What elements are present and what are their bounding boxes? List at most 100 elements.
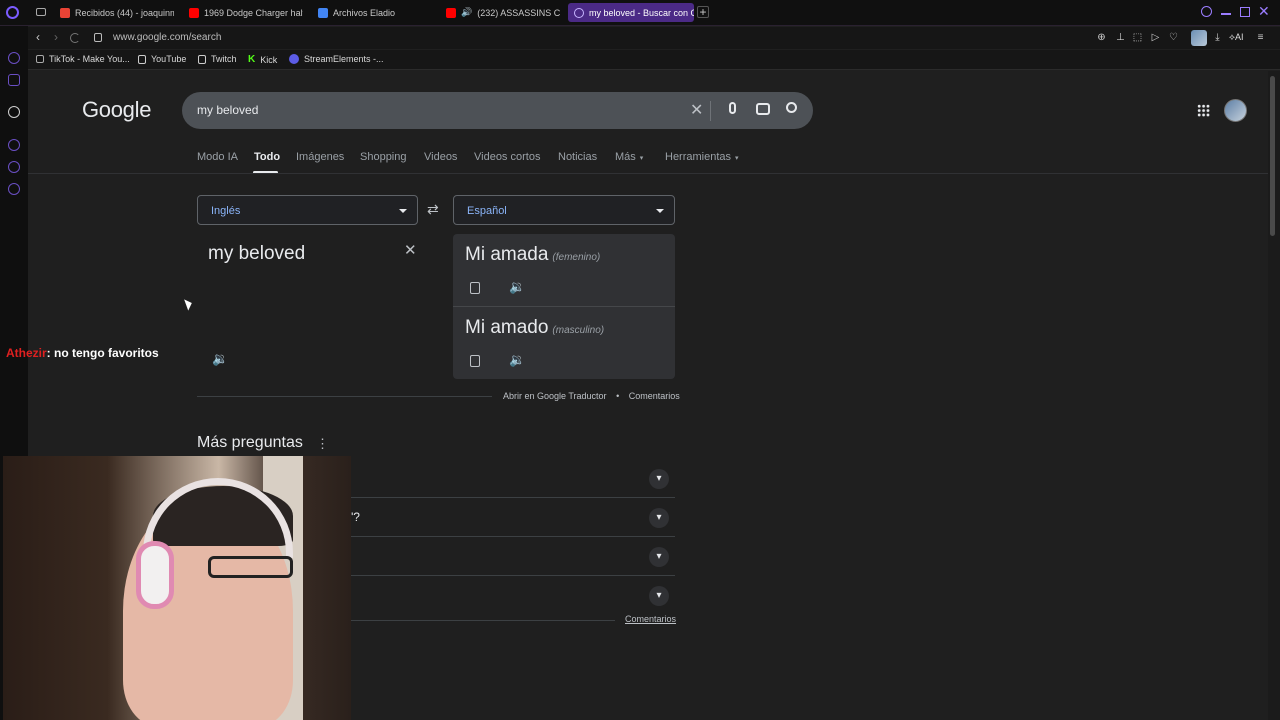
tab-youtube-assassins[interactable]: 🔊 (232) ASSASSINS CRE <box>440 3 560 22</box>
close-window-icon[interactable]: ✕ <box>1258 3 1270 20</box>
tab-archivos[interactable]: Archivos Eladio <box>312 3 432 22</box>
send-icon[interactable]: ▷ <box>1150 32 1161 43</box>
bookmark-kick[interactable]: K Kick <box>248 54 277 65</box>
tab-videos[interactable]: Videos <box>424 151 457 163</box>
search-icon[interactable] <box>786 102 797 113</box>
sidebar-messenger-icon[interactable] <box>8 52 20 64</box>
youtube-icon <box>189 7 199 18</box>
dropdown-caret-icon <box>656 209 664 213</box>
header-divider <box>28 173 1268 174</box>
scrollbar-thumb[interactable] <box>1270 76 1275 236</box>
back-icon[interactable]: ‹ <box>36 30 40 44</box>
lock-icon[interactable] <box>94 33 102 42</box>
chevron-down-icon[interactable]: ▾ <box>649 547 669 567</box>
chevron-down-icon[interactable]: ▾ <box>649 508 669 528</box>
sidebar-history-icon[interactable] <box>8 161 20 173</box>
menu-icon[interactable]: ≡ <box>1255 32 1266 43</box>
url-field[interactable]: www.google.com/search <box>113 32 221 43</box>
copy-icon[interactable] <box>470 282 480 294</box>
bookmark-twitch[interactable]: Twitch <box>198 54 237 64</box>
tab-videos-cortos[interactable]: Videos cortos <box>474 151 540 163</box>
chevron-down-icon[interactable]: ▾ <box>649 469 669 489</box>
reload-spinner-icon[interactable] <box>70 33 80 43</box>
sidebar-ai-icon[interactable] <box>8 106 20 118</box>
clear-source-icon[interactable]: ✕ <box>404 241 417 259</box>
tab-herramientas[interactable]: Herramientas ▾ <box>665 151 739 163</box>
copy-icon[interactable] <box>470 355 480 367</box>
clear-search-icon[interactable]: ✕ <box>690 100 703 120</box>
questions-footer-divider <box>350 620 615 621</box>
source-language-label: Inglés <box>211 205 241 217</box>
swap-languages-icon[interactable]: ⇄ <box>427 201 439 218</box>
listen-icon[interactable]: 🔉 <box>509 352 525 368</box>
translation-result-2: Mi amado (masculino) <box>465 317 604 339</box>
listen-icon[interactable]: 🔉 <box>509 279 525 295</box>
translation-results: Mi amada (femenino) 🔉 Mi amado (masculino)… <box>453 234 675 379</box>
minimize-icon[interactable] <box>1221 13 1231 15</box>
google-logo[interactable]: Google <box>82 97 151 123</box>
bookmark-label: TikTok - Make You... <box>49 54 130 64</box>
tab-noticias[interactable]: Noticias <box>558 151 597 163</box>
tab-mas-label: Más <box>615 151 636 163</box>
listen-source-icon[interactable]: 🔉 <box>212 351 228 367</box>
chevron-down-icon[interactable]: ▾ <box>649 586 669 606</box>
search-tabs-icon[interactable] <box>1201 6 1212 17</box>
headset-earcup <box>136 541 174 609</box>
sidebar-bag-icon[interactable] <box>8 74 20 86</box>
sidebar-play-icon[interactable] <box>8 139 20 151</box>
pin-icon[interactable]: ⊥ <box>1115 32 1126 43</box>
workspaces-icon[interactable] <box>36 8 46 16</box>
tab-title: Recibidos (44) - joaquinm <box>75 7 174 18</box>
results-divider <box>453 306 675 307</box>
bookmark-label: YouTube <box>151 54 187 64</box>
maximize-icon[interactable] <box>1240 7 1250 17</box>
tiktok-icon <box>36 55 44 63</box>
ai-button[interactable]: ⟡AI <box>1229 32 1243 43</box>
heart-icon[interactable]: ♡ <box>1168 32 1179 43</box>
open-translator-link[interactable]: Abrir en Google Traductor <box>503 391 607 401</box>
sidebar-settings-icon[interactable] <box>8 183 20 195</box>
dropdown-caret-icon <box>399 209 407 213</box>
tab-bar: Recibidos (44) - joaquinm 1969 Dodge Cha… <box>0 0 1280 26</box>
zoom-icon[interactable]: ⊕ <box>1096 32 1107 43</box>
tab-title: Archivos Eladio <box>333 7 396 18</box>
snapshot-icon[interactable]: ⬚ <box>1132 32 1143 43</box>
translation-text: Mi amada <box>465 244 549 265</box>
speaker-icon[interactable]: 🔊 <box>461 7 472 18</box>
bookmark-streamelements[interactable]: StreamElements -... <box>289 54 384 64</box>
translation-result-1: Mi amada (femenino) <box>465 244 600 266</box>
source-text-input[interactable]: my beloved <box>208 243 305 265</box>
voice-search-icon[interactable] <box>729 102 736 114</box>
tab-imagenes[interactable]: Imágenes <box>296 151 344 163</box>
lens-search-icon[interactable] <box>756 103 770 115</box>
download-icon[interactable]: ⤓ <box>1212 32 1223 43</box>
search-box[interactable]: my beloved ✕ <box>182 92 813 129</box>
tab-mas[interactable]: Más ▾ <box>615 151 643 163</box>
chat-message: Athezir: no tengo favoritos <box>6 346 159 360</box>
opera-logo-icon[interactable] <box>6 6 19 19</box>
feedback-link[interactable]: Comentarios <box>629 391 680 401</box>
tab-shopping[interactable]: Shopping <box>360 151 407 163</box>
tab-title: my beloved - Buscar con G <box>589 7 694 18</box>
tab-gmail[interactable]: Recibidos (44) - joaquinm <box>54 3 174 22</box>
account-avatar[interactable] <box>1224 99 1247 122</box>
profile-avatar[interactable] <box>1191 30 1207 46</box>
tab-google-search[interactable]: my beloved - Buscar con G <box>568 3 694 22</box>
apps-grid-icon[interactable] <box>1197 104 1210 117</box>
bookmark-tiktok[interactable]: TikTok - Make You... <box>36 54 130 64</box>
more-options-icon[interactable]: ⋮ <box>316 436 329 452</box>
tab-title: 1969 Dodge Charger halfs <box>204 7 303 18</box>
search-input[interactable]: my beloved <box>197 103 258 117</box>
forward-icon[interactable]: › <box>54 30 58 44</box>
tab-todo[interactable]: Todo <box>254 151 280 163</box>
tab-youtube-dodge[interactable]: 1969 Dodge Charger halfs <box>183 3 303 22</box>
bookmark-youtube[interactable]: YouTube <box>138 54 186 64</box>
footer-separator: • <box>616 391 620 401</box>
docs-icon <box>318 7 328 18</box>
new-tab-icon[interactable]: + <box>697 6 709 18</box>
search-divider <box>710 101 711 121</box>
source-language-select[interactable]: Inglés <box>197 195 418 225</box>
questions-feedback-link[interactable]: Comentarios <box>625 614 676 624</box>
tab-modo-ia[interactable]: Modo IA <box>197 151 238 163</box>
target-language-select[interactable]: Español <box>453 195 675 225</box>
